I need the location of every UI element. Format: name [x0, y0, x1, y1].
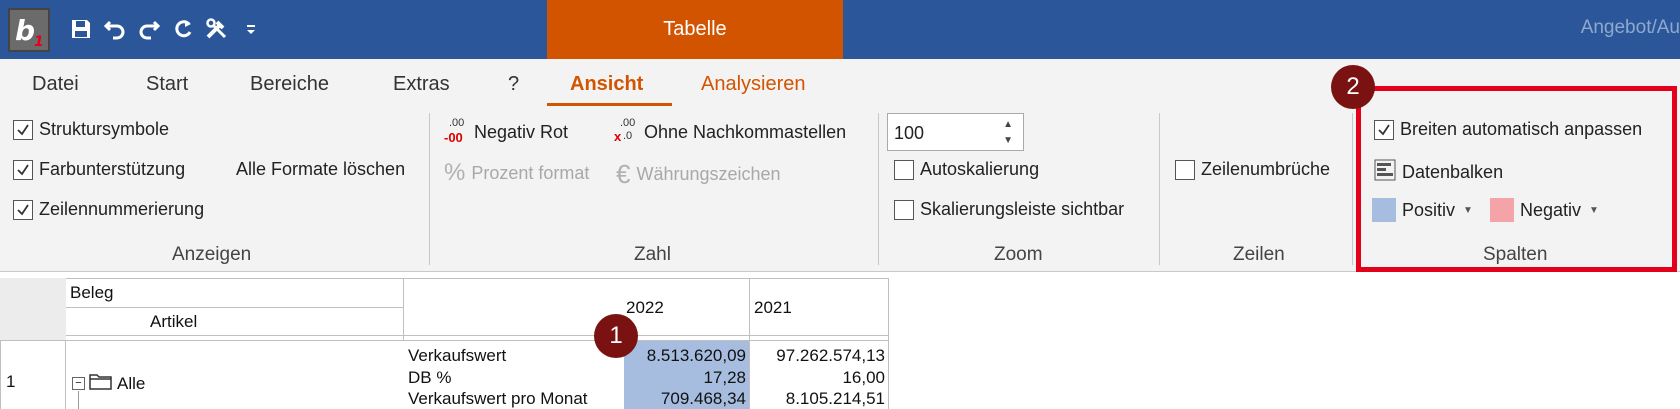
zoom-value[interactable]: 100: [894, 123, 924, 144]
zoom-spinner[interactable]: 100 ▲ ▼: [887, 113, 1024, 151]
group-label-anzeigen: Anzeigen: [172, 244, 252, 265]
grid-line: [66, 307, 403, 308]
zeilenumbrueche-label: Zeilenumbrüche: [1201, 159, 1331, 179]
grid-corner: [0, 278, 66, 340]
group-separator: [429, 113, 430, 265]
group-separator: [878, 113, 879, 265]
checkbox-checked-icon[interactable]: [13, 159, 33, 180]
active-tab-indicator: [547, 103, 672, 106]
tab-datei[interactable]: Datei: [32, 73, 79, 96]
title-bar: b 1 Tabelle Angebot/Au: [0, 0, 1680, 59]
tab-help[interactable]: ?: [508, 73, 519, 96]
cell-value[interactable]: 16,00: [752, 368, 885, 388]
callout-badge-1: 1: [594, 314, 638, 358]
farbunterstuetzung-checkbox[interactable]: Farbunterstützung: [13, 159, 185, 180]
metric-label: DB %: [408, 368, 452, 387]
checkbox-unchecked-icon[interactable]: [894, 159, 914, 180]
folder-icon: [89, 372, 113, 395]
group-label-zahl: Zahl: [634, 244, 671, 265]
struktursymbole-checkbox[interactable]: Struktursymbole: [13, 119, 169, 140]
row-number: 1: [6, 372, 16, 391]
quick-access-toolbar: [66, 14, 266, 44]
zeilennummerierung-checkbox[interactable]: Zeilennummerierung: [13, 199, 204, 220]
skalierungsleiste-label: Skalierungsleiste sichtbar: [920, 199, 1125, 219]
spin-down-icon[interactable]: ▼: [1003, 135, 1013, 146]
column-header-2021[interactable]: 2021: [754, 298, 792, 318]
refresh-icon[interactable]: [168, 14, 198, 44]
prozent-format-label: Prozent format: [471, 162, 590, 183]
waehrungszeichen-label: Währungszeichen: [636, 164, 781, 184]
group-separator: [1352, 113, 1353, 265]
grid-line: [66, 335, 888, 336]
grid-line: [0, 278, 888, 279]
highlight-frame: [1356, 86, 1677, 272]
grid-line: [403, 278, 404, 340]
metric-label: Verkaufswert: [408, 346, 507, 365]
autoskalierung-checkbox[interactable]: Autoskalierung: [894, 159, 1039, 180]
app-logo: b 1: [8, 8, 50, 52]
cell-value[interactable]: 8.105.214,51: [752, 389, 885, 409]
cell-value[interactable]: 17,28: [620, 368, 746, 388]
autoskalierung-label: Autoskalierung: [920, 159, 1040, 179]
svg-text:1: 1: [34, 34, 44, 50]
row-header-alle[interactable]: − Alle: [72, 372, 145, 395]
metric-label: Verkaufswert pro Monat: [408, 389, 588, 408]
column-header-2022[interactable]: 2022: [626, 298, 664, 318]
tree-line: [78, 391, 79, 409]
svg-text:b: b: [15, 14, 35, 47]
checkbox-unchecked-icon[interactable]: [1175, 159, 1195, 180]
cell-value[interactable]: 709.468,34: [620, 389, 746, 409]
negativ-rot-label: Negativ Rot: [474, 121, 569, 142]
struktursymbole-label: Struktursymbole: [39, 119, 170, 139]
grid-line: [888, 278, 889, 409]
tab-extras[interactable]: Extras: [393, 73, 450, 96]
skalierungsleiste-checkbox[interactable]: Skalierungsleiste sichtbar: [894, 199, 1124, 220]
checkbox-checked-icon[interactable]: [13, 119, 33, 140]
grid-line: [0, 340, 888, 341]
customize-toolbar-icon[interactable]: [236, 14, 266, 44]
prozent-format-button[interactable]: % Prozent format: [444, 159, 589, 187]
ohne-nachkommastellen-label: Ohne Nachkommastellen: [644, 121, 847, 142]
tab-start[interactable]: Start: [146, 73, 188, 96]
undo-icon[interactable]: [100, 14, 130, 44]
negative-red-icon: .00 -00: [444, 117, 465, 145]
callout-badge-2: 2: [1331, 65, 1375, 109]
ohne-nachkommastellen-button[interactable]: .00 x .0 Ohne Nachkommastellen: [614, 117, 847, 145]
negativ-rot-button[interactable]: .00 -00 Negativ Rot: [444, 117, 569, 145]
zeilenumbrueche-checkbox[interactable]: Zeilenumbrüche: [1175, 159, 1330, 180]
context-tab-tabelle[interactable]: Tabelle: [547, 0, 843, 59]
grid-line: [749, 278, 750, 409]
tools-icon[interactable]: [202, 14, 232, 44]
row-label-alle: Alle: [117, 373, 146, 393]
waehrungszeichen-button[interactable]: € Währungszeichen: [616, 159, 781, 190]
group-label-zoom: Zoom: [994, 244, 1043, 265]
redo-icon[interactable]: [134, 14, 164, 44]
save-icon[interactable]: [66, 14, 96, 44]
header-artikel: Artikel: [150, 312, 198, 331]
group-label-zeilen: Zeilen: [1233, 244, 1285, 265]
spin-up-icon[interactable]: ▲: [1003, 119, 1013, 130]
checkbox-checked-icon[interactable]: [13, 199, 33, 220]
tab-analysieren[interactable]: Analysieren: [701, 73, 806, 96]
zeilennummerierung-label: Zeilennummerierung: [39, 199, 205, 219]
pivot-grid: Beleg Artikel 2022 2021 1 − Alle Verkauf…: [0, 278, 1680, 409]
document-title: Angebot/Au: [1580, 17, 1680, 38]
tab-bereiche[interactable]: Bereiche: [250, 73, 329, 96]
header-beleg: Beleg: [70, 283, 114, 302]
farbunterstuetzung-label: Farbunterstützung: [39, 159, 186, 179]
checkbox-unchecked-icon[interactable]: [894, 199, 914, 220]
tab-ansicht[interactable]: Ansicht: [570, 73, 643, 96]
cell-value[interactable]: 8.513.620,09: [620, 346, 746, 366]
alle-formate-loeschen-button[interactable]: Alle Formate löschen: [236, 159, 405, 180]
percent-icon: %: [444, 159, 466, 186]
euro-icon: €: [616, 159, 631, 189]
cell-value[interactable]: 97.262.574,13: [752, 346, 885, 366]
group-separator: [1159, 113, 1160, 265]
collapse-icon[interactable]: −: [72, 377, 85, 390]
decrease-decimals-icon: .00 x .0: [614, 117, 636, 144]
